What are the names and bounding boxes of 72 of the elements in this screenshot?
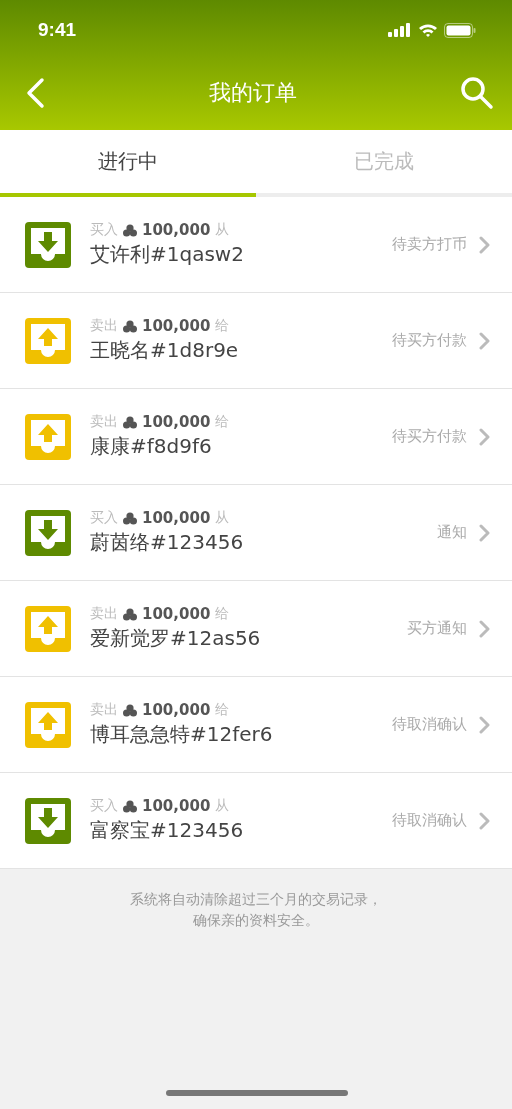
- download-tray-icon: [25, 509, 71, 556]
- direction-label: 从: [215, 509, 230, 527]
- trade-type: 卖出: [90, 413, 118, 431]
- trade-type: 买入: [90, 797, 118, 815]
- order-status: 待买方付款: [392, 427, 467, 446]
- page-title: 我的订单: [209, 79, 297, 107]
- amount: 100,000: [142, 221, 211, 239]
- trade-type: 卖出: [90, 701, 118, 719]
- notice-text: 确保亲的资料安全。: [193, 912, 319, 930]
- coins-icon: [123, 511, 137, 525]
- coins-icon: [123, 607, 137, 621]
- status-time: 9:41: [38, 19, 77, 41]
- trade-type: 卖出: [90, 317, 118, 335]
- trade-type: 买入: [90, 221, 118, 239]
- upload-tray-icon: [25, 413, 71, 460]
- amount: 100,000: [142, 605, 211, 623]
- order-status: 待买方付款: [392, 331, 467, 350]
- download-tray-icon: [25, 221, 71, 268]
- search-icon[interactable]: [460, 76, 494, 110]
- order-status: 买方通知: [407, 619, 467, 638]
- coins-icon: [123, 703, 137, 717]
- amount: 100,000: [142, 797, 211, 815]
- chevron-right-icon: [479, 715, 490, 734]
- order-status: 待取消确认: [392, 715, 467, 734]
- upload-tray-icon: [25, 605, 71, 652]
- notice-text: 系统将自动清除超过三个月的交易记录，: [130, 891, 382, 909]
- order-row[interactable]: 卖出 100,000 给 王晓名#1d8r9e 待买方付款: [0, 293, 512, 389]
- counterparty-name: 博耳急急特#12fer6: [90, 721, 274, 748]
- coins-icon: [123, 799, 137, 813]
- order-row[interactable]: 卖出 100,000 给 康康#f8d9f6 待买方付款: [0, 389, 512, 485]
- wifi-icon: [418, 22, 438, 38]
- direction-label: 从: [215, 221, 230, 239]
- order-row[interactable]: 买入 100,000 从 艾许利#1qasw2 待卖方打币: [0, 197, 512, 293]
- counterparty-name: 蔚茵络#123456: [90, 529, 245, 556]
- coins-icon: [123, 319, 137, 333]
- counterparty-name: 富察宝#123456: [90, 817, 245, 844]
- counterparty-name: 艾许利#1qasw2: [90, 241, 245, 268]
- counterparty-name: 王晓名#1d8r9e: [90, 337, 240, 364]
- order-status: 待卖方打币: [392, 235, 467, 254]
- direction-label: 给: [215, 413, 230, 431]
- download-tray-icon: [25, 797, 71, 844]
- upload-tray-icon: [25, 701, 71, 748]
- order-row[interactable]: 买入 100,000 从 富察宝#123456 待取消确认: [0, 773, 512, 869]
- direction-label: 给: [215, 701, 230, 719]
- counterparty-name: 爱新觉罗#12as56: [90, 625, 262, 652]
- order-row[interactable]: 卖出 100,000 给 爱新觉罗#12as56 买方通知: [0, 581, 512, 677]
- trade-type: 买入: [90, 509, 118, 527]
- direction-label: 从: [215, 797, 230, 815]
- amount: 100,000: [142, 413, 211, 431]
- battery-icon: [444, 22, 476, 38]
- back-icon[interactable]: [24, 77, 46, 109]
- amount: 100,000: [142, 701, 211, 719]
- chevron-right-icon: [479, 523, 490, 542]
- coins-icon: [123, 223, 137, 237]
- coins-icon: [123, 415, 137, 429]
- direction-label: 给: [215, 605, 230, 623]
- upload-tray-icon: [25, 317, 71, 364]
- chevron-right-icon: [479, 811, 490, 830]
- signal-icon: [388, 23, 412, 37]
- chevron-right-icon: [479, 235, 490, 254]
- amount: 100,000: [142, 317, 211, 335]
- amount: 100,000: [142, 509, 211, 527]
- order-row[interactable]: 卖出 100,000 给 博耳急急特#12fer6 待取消确认: [0, 677, 512, 773]
- chevron-right-icon: [479, 331, 490, 350]
- chevron-right-icon: [479, 427, 490, 446]
- direction-label: 给: [215, 317, 230, 335]
- trade-type: 卖出: [90, 605, 118, 623]
- order-status: 待取消确认: [392, 811, 467, 830]
- order-row[interactable]: 买入 100,000 从 蔚茵络#123456 通知: [0, 485, 512, 581]
- order-status: 通知: [437, 523, 467, 542]
- counterparty-name: 康康#f8d9f6: [90, 433, 213, 460]
- chevron-right-icon: [479, 619, 490, 638]
